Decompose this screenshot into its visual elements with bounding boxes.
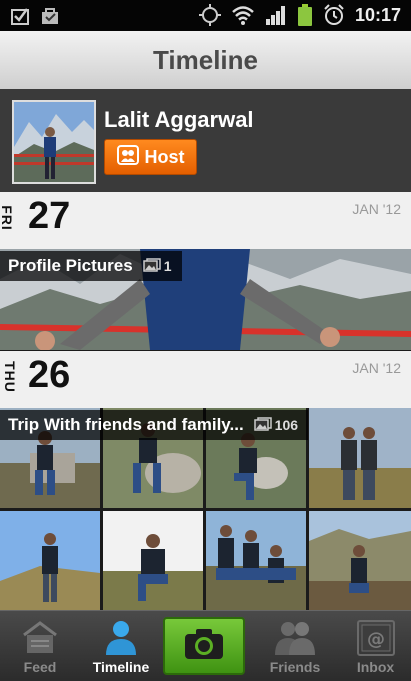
status-time: 10:17 bbox=[354, 4, 401, 25]
battery-icon bbox=[297, 4, 313, 26]
month-label: JAN '12 bbox=[352, 201, 401, 217]
day-number: 26 bbox=[28, 354, 71, 396]
signal-icon bbox=[265, 5, 287, 25]
bottom-tab-bar: Feed Timeline Friends @ Inbox bbox=[0, 610, 411, 681]
status-bar: 10:17 bbox=[0, 0, 411, 31]
host-button[interactable]: Host bbox=[104, 139, 197, 175]
profile-name: Lalit Aggarwal bbox=[104, 107, 254, 132]
person-icon bbox=[103, 619, 139, 661]
month-label: JAN '12 bbox=[352, 360, 401, 376]
host-icon bbox=[116, 144, 139, 170]
tab-inbox[interactable]: @ Inbox bbox=[340, 611, 411, 681]
album-photo-count: 1 bbox=[142, 257, 172, 275]
avatar[interactable] bbox=[12, 100, 96, 184]
page-title: Timeline bbox=[152, 45, 258, 75]
checkbox-notification-icon bbox=[10, 6, 30, 26]
camera-button[interactable] bbox=[163, 617, 245, 675]
host-button-label: Host bbox=[144, 146, 185, 167]
tab-feed[interactable]: Feed bbox=[0, 611, 80, 681]
album-thumbnail[interactable] bbox=[103, 511, 203, 611]
svg-text:@: @ bbox=[367, 629, 385, 650]
inbox-icon: @ bbox=[356, 619, 396, 661]
album-thumbnail[interactable] bbox=[309, 511, 411, 611]
tab-timeline[interactable]: Timeline bbox=[80, 611, 162, 681]
day-header-1: FRI 27 JAN '12 bbox=[0, 192, 411, 249]
photos-icon bbox=[142, 257, 161, 275]
tab-friends[interactable]: Friends bbox=[250, 611, 340, 681]
alarm-icon bbox=[323, 4, 345, 26]
album-thumbnail[interactable] bbox=[309, 408, 411, 508]
album-thumbnail[interactable] bbox=[0, 511, 100, 611]
weekday-label: THU bbox=[1, 361, 18, 393]
album-thumbnail[interactable] bbox=[206, 511, 306, 611]
feed-icon bbox=[20, 619, 60, 659]
day-header-2: THU 26 JAN '12 bbox=[0, 351, 411, 408]
album-bar-trip[interactable]: Trip With friends and family... 106 bbox=[0, 410, 309, 440]
day-number: 27 bbox=[28, 195, 71, 237]
photos-icon bbox=[253, 416, 272, 434]
album-title: Profile Pictures bbox=[8, 256, 133, 275]
timeline-screen: 10:17 Timeline Lalit Aggarwal Host FRI 2… bbox=[0, 0, 411, 681]
album-bar-profile-pictures[interactable]: Profile Pictures 1 bbox=[0, 251, 182, 281]
profile-header: Lalit Aggarwal Host bbox=[0, 89, 411, 192]
title-bar: Timeline bbox=[0, 31, 411, 90]
album-title: Trip With friends and family... bbox=[8, 415, 244, 434]
friends-icon bbox=[273, 619, 317, 661]
wifi-icon bbox=[231, 5, 255, 25]
gps-icon bbox=[198, 4, 221, 26]
album-photo-count: 106 bbox=[253, 416, 298, 434]
camera-icon bbox=[183, 627, 225, 665]
bag-notification-icon bbox=[40, 6, 60, 26]
weekday-label: FRI bbox=[0, 205, 15, 231]
